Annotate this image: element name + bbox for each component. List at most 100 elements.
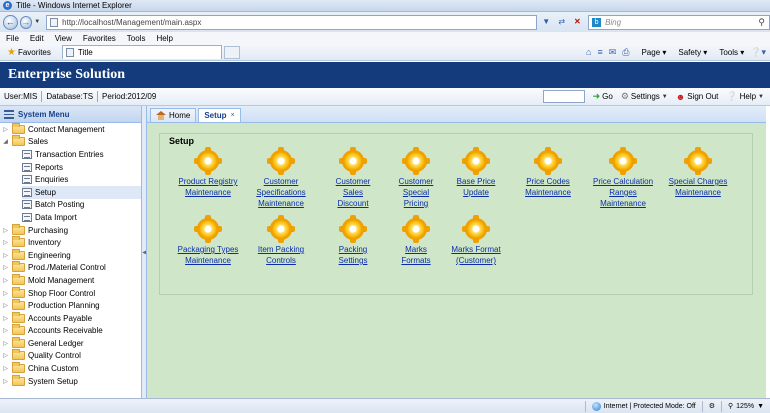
setup-link-line[interactable]: Marks Format [440, 244, 512, 255]
menu-favorites[interactable]: Favorites [83, 34, 116, 43]
setup-link-label[interactable]: Packaging Types Maintenance [172, 244, 244, 266]
print-icon[interactable]: ⎙ [622, 47, 629, 58]
setup-link-line[interactable]: Customer [317, 176, 389, 187]
tools-menu[interactable]: Tools ▾ [713, 48, 744, 57]
menu-folder[interactable]: ▷ Quality Control [0, 349, 141, 363]
settings-button[interactable]: ⚙ Settings ▼ [621, 91, 668, 102]
address-bar[interactable]: http://localhost/Management/main.aspx [46, 14, 538, 30]
setup-link-line[interactable]: Customer [245, 176, 317, 187]
setup-link-line[interactable]: Price Codes [512, 176, 584, 187]
setup-link-item[interactable]: Price Calculation Ranges Maintenance [587, 147, 659, 209]
menu-folder[interactable]: ▷ Prod./Material Control [0, 261, 141, 275]
menu-leaf[interactable]: Data Import [22, 211, 141, 224]
setup-link-line[interactable]: Base Price [440, 176, 512, 187]
history-dropdown-icon[interactable]: ▼ [34, 19, 40, 25]
expand-icon[interactable]: ▷ [2, 239, 9, 246]
protected-mode-toggle[interactable]: ⚙ [701, 400, 721, 412]
gear-icon[interactable] [194, 215, 222, 243]
mail-icon[interactable]: ✉ [609, 47, 617, 58]
setup-link-label[interactable]: Price Calculation Ranges Maintenance [587, 176, 659, 209]
setup-link-line[interactable]: Item Packing [245, 244, 317, 255]
gear-icon[interactable] [194, 147, 222, 175]
gear-icon[interactable] [609, 147, 637, 175]
menu-folder[interactable]: ▷ Accounts Receivable [0, 324, 141, 338]
go-button[interactable]: ➜ Go [593, 91, 613, 102]
tab-setup[interactable]: Setup × [198, 108, 241, 122]
setup-link-item[interactable]: Customer Specifications Maintenance [245, 147, 317, 209]
setup-link-line[interactable]: Maintenance [172, 255, 244, 266]
setup-link-label[interactable]: Special Charges Maintenance [662, 176, 734, 198]
home-icon[interactable]: ⌂ [586, 47, 591, 57]
refresh-icon[interactable]: ⇄ [555, 15, 569, 29]
expand-icon[interactable]: ▷ [2, 352, 9, 359]
setup-link-label[interactable]: Marks Format (Customer) [440, 244, 512, 266]
setup-link-label[interactable]: Packing Settings [317, 244, 389, 266]
setup-link-item[interactable]: Base Price Update [440, 147, 512, 198]
setup-link-label[interactable]: Base Price Update [440, 176, 512, 198]
menu-folder[interactable]: ▷ Contact Management [0, 122, 141, 136]
menu-folder[interactable]: ▷ Purchasing [0, 223, 141, 237]
setup-link-line[interactable]: Update [440, 187, 512, 198]
menu-file[interactable]: File [6, 34, 19, 43]
menu-folder[interactable]: ▷ China Custom [0, 362, 141, 375]
setup-link-item[interactable]: Packaging Types Maintenance [172, 215, 244, 266]
expand-icon[interactable]: ▷ [2, 315, 9, 322]
expand-icon[interactable]: ▷ [2, 277, 9, 284]
menu-folder[interactable]: ▷ Production Planning [0, 299, 141, 312]
gear-icon[interactable] [684, 147, 712, 175]
setup-link-line[interactable]: Packaging Types [172, 244, 244, 255]
gear-icon[interactable] [339, 215, 367, 243]
menu-folder[interactable]: ▷ Accounts Payable [0, 311, 141, 325]
menu-leaf[interactable]: Transaction Entries [22, 148, 141, 161]
expand-icon[interactable]: ▷ [2, 378, 9, 385]
zoom-control[interactable]: ⚲ 125% ▼ [721, 400, 770, 412]
setup-link-line[interactable]: Special Charges [662, 176, 734, 187]
setup-link-label[interactable]: Price Codes Maintenance [512, 176, 584, 198]
address-url[interactable]: http://localhost/Management/main.aspx [62, 18, 201, 27]
gear-icon[interactable] [267, 147, 295, 175]
setup-link-line[interactable]: (Customer) [440, 255, 512, 266]
search-box[interactable]: b Bing ⚲ [588, 14, 770, 30]
menu-leaf[interactable]: Batch Posting [22, 199, 141, 212]
expand-icon[interactable]: ▷ [2, 302, 9, 309]
menu-folder[interactable]: ▷ Engineering [0, 248, 141, 262]
setup-link-line[interactable]: Pricing [380, 198, 452, 209]
menu-help[interactable]: Help [156, 34, 172, 43]
setup-link-item[interactable]: Product Registry Maintenance [172, 147, 244, 198]
browser-tab[interactable]: Title [61, 45, 222, 59]
tab-home[interactable]: Home [150, 108, 197, 122]
security-zone[interactable]: Internet | Protected Mode: Off [584, 400, 702, 412]
menu-edit[interactable]: Edit [30, 34, 44, 43]
menu-view[interactable]: View [55, 34, 72, 43]
expand-icon[interactable]: ▷ [2, 252, 9, 259]
stop-icon[interactable]: ✕ [571, 15, 585, 29]
menu-folder[interactable]: ▷ Inventory [0, 236, 141, 249]
expand-icon[interactable]: ▷ [2, 126, 9, 133]
setup-link-label[interactable]: Item Packing Controls [245, 244, 317, 266]
menu-leaf[interactable]: Setup [22, 185, 141, 199]
gear-icon[interactable] [402, 147, 430, 175]
back-button[interactable]: ← [3, 14, 18, 30]
signout-button[interactable]: ☻ Sign Out [676, 92, 719, 102]
setup-link-line[interactable]: Maintenance [512, 187, 584, 198]
expand-icon[interactable]: ▷ [2, 264, 9, 271]
address-dropdown-icon[interactable]: ▼ [539, 15, 553, 29]
feeds-icon[interactable]: ≡ [597, 47, 602, 57]
setup-link-line[interactable]: Sales [317, 187, 389, 198]
setup-link-line[interactable]: Maintenance [587, 198, 659, 209]
gear-icon[interactable] [462, 215, 490, 243]
search-input[interactable]: Bing [605, 18, 758, 27]
expand-icon[interactable]: ▷ [2, 365, 9, 372]
page-menu[interactable]: Page ▾ [635, 48, 666, 57]
help-icon[interactable]: ❔▾ [750, 47, 766, 58]
gear-icon[interactable] [339, 147, 367, 175]
menu-folder[interactable]: ▷ Mold Management [0, 273, 141, 287]
search-icon[interactable]: ⚲ [758, 17, 765, 28]
favorites-button[interactable]: ★ Favorites [4, 46, 54, 59]
gear-icon[interactable] [402, 215, 430, 243]
expand-icon[interactable]: ▷ [2, 227, 9, 234]
collapse-icon[interactable]: ◢ [2, 138, 9, 145]
forward-button[interactable]: → [19, 15, 33, 29]
go-input[interactable] [542, 90, 585, 103]
setup-link-label[interactable]: Customer Sales Discount [317, 176, 389, 209]
